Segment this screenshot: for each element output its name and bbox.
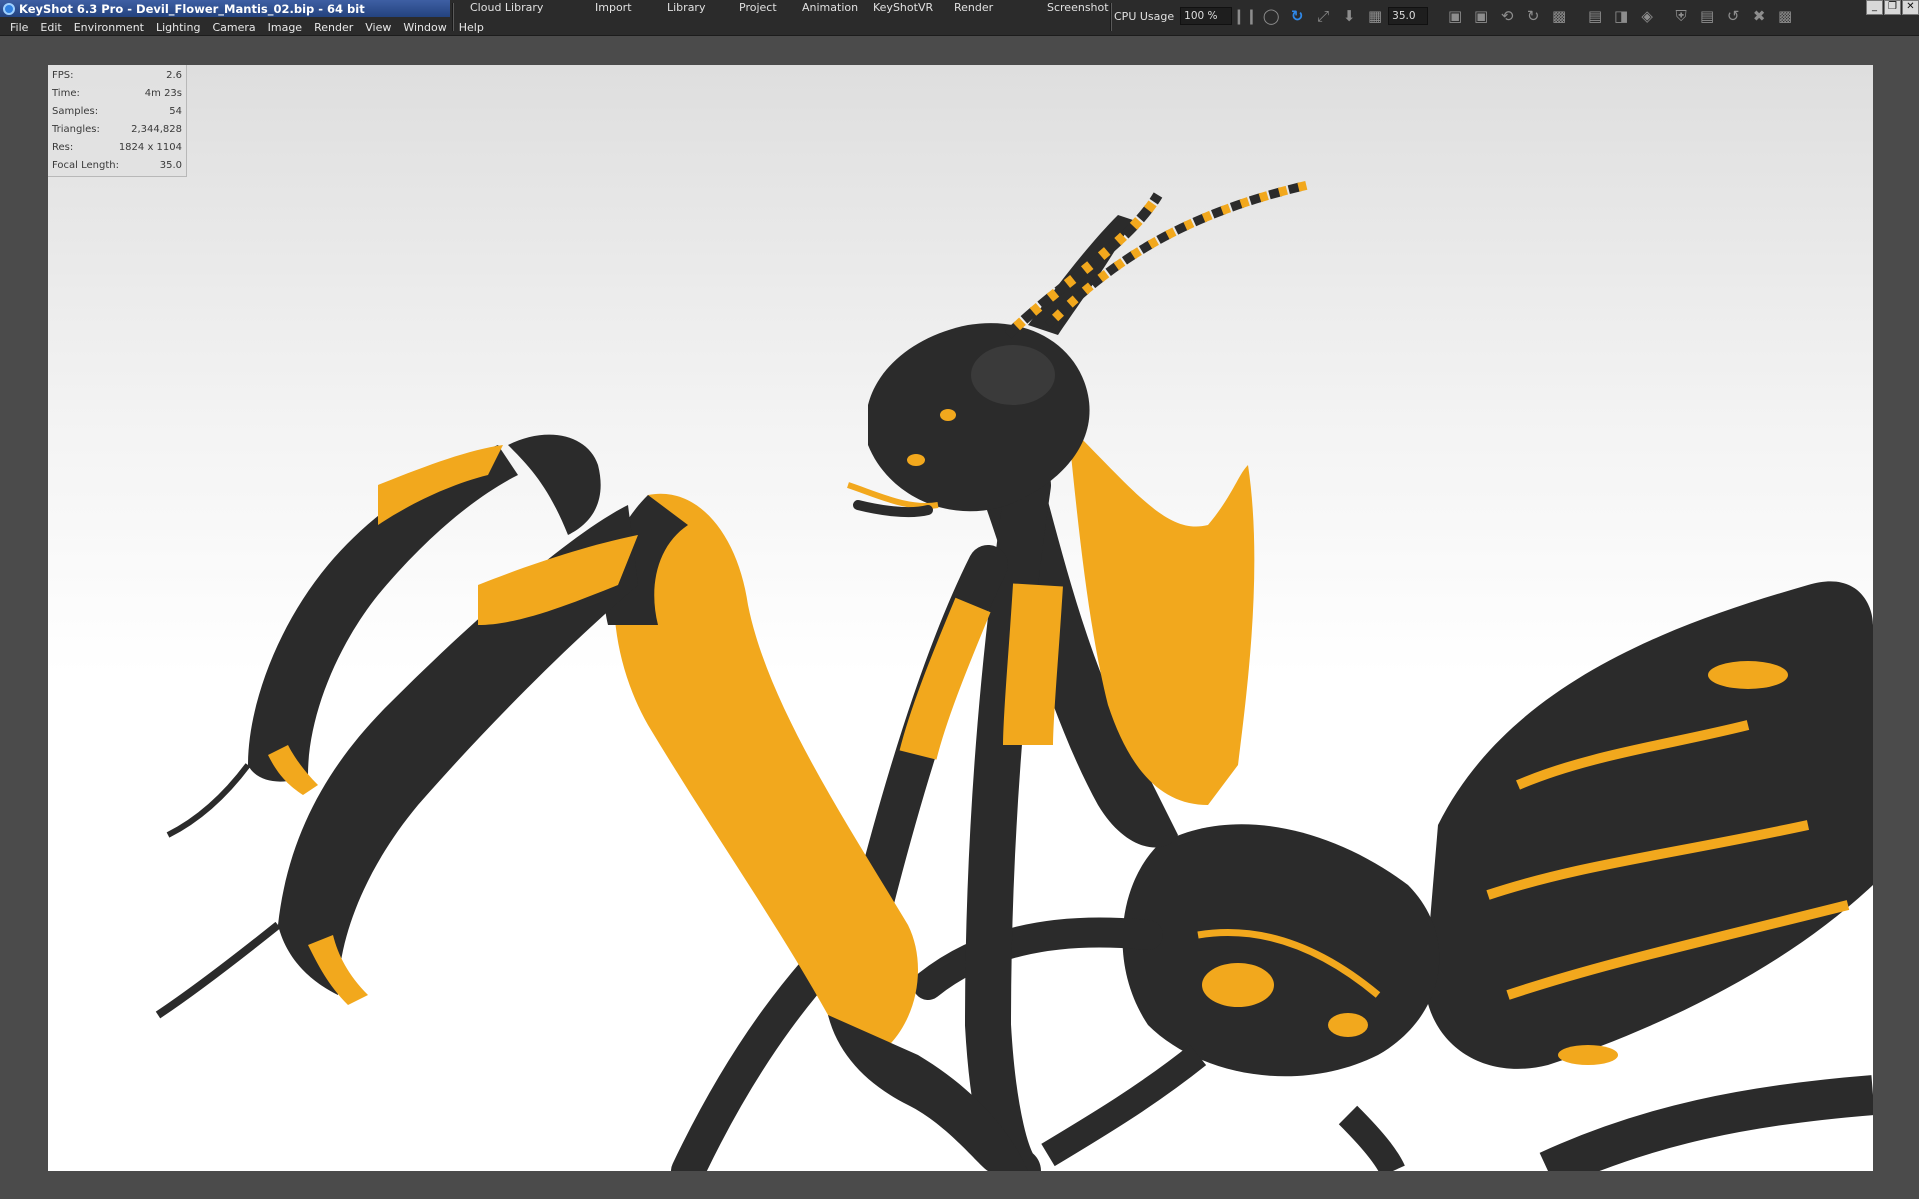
menu-edit[interactable]: Edit (34, 21, 67, 34)
region-icon[interactable]: ▦ (1364, 5, 1386, 27)
download-icon[interactable]: ⬇ (1338, 5, 1360, 27)
lock-camera-icon[interactable]: ▩ (1548, 5, 1570, 27)
title-bar: KeyShot 6.3 Pro - Devil_Flower_Mantis_02… (0, 0, 450, 17)
menu-bar: File Edit Environment Lighting Camera Im… (0, 18, 484, 36)
menu-render[interactable]: Render (308, 21, 359, 34)
menu-image[interactable]: Image (262, 21, 308, 34)
tab-animation[interactable]: Animation (802, 1, 858, 14)
minimize-button[interactable]: _ (1866, 0, 1883, 15)
toolbar-separator (452, 3, 454, 31)
focal-length-input[interactable]: 35.0 (1388, 7, 1429, 25)
window-controls: _ ❐ ✕ (1865, 0, 1919, 17)
stat-fps: FPS: 2.6 (52, 70, 182, 81)
pause-icon[interactable]: ❙❙ (1233, 5, 1258, 27)
menu-camera[interactable]: Camera (206, 21, 261, 34)
render-stats-overlay: FPS: 2.6 Time: 4m 23s Samples: 54 Triangles… (48, 65, 187, 177)
material-icon[interactable]: ◈ (1636, 5, 1658, 27)
menu-file[interactable]: File (4, 21, 34, 34)
real-time-viewport[interactable]: FPS: 2.6 Time: 4m 23s Samples: 54 Triangles… (48, 65, 1873, 1171)
screenshot-icon[interactable]: ▣ (1470, 5, 1492, 27)
mantis-render (155, 180, 1873, 1171)
close-button[interactable]: ✕ (1902, 0, 1919, 15)
restore-button[interactable]: ❐ (1884, 0, 1901, 15)
top-bar: KeyShot 6.3 Pro - Devil_Flower_Mantis_02… (0, 0, 1919, 36)
cpu-usage-label: CPU Usage (1114, 9, 1175, 23)
reset-icon[interactable]: ↻ (1522, 5, 1544, 27)
tab-screenshot[interactable]: Screenshot (1047, 1, 1109, 14)
stat-samples: Samples: 54 (52, 106, 182, 117)
camera-icon[interactable]: ▣ (1444, 5, 1466, 27)
stat-triangles: Triangles: 2,344,828 (52, 124, 182, 135)
stat-resolution: Res: 1824 x 1104 (52, 142, 182, 153)
cpu-usage-select[interactable]: 100 % (1180, 7, 1233, 25)
layers-icon[interactable]: ▤ (1584, 5, 1606, 27)
rotate-icon[interactable]: ↺ (1722, 5, 1744, 27)
keyshot-logo-icon (3, 2, 15, 15)
panel-icon[interactable]: ▤ (1696, 5, 1718, 27)
stat-focal-length: Focal Length: 35.0 (52, 160, 182, 171)
refresh-icon[interactable]: ↻ (1286, 5, 1308, 27)
render-toolbar: CPU Usage 100 % ❙❙ ◯ ↻ ⤢ ⬇ ▦ 35.0 ▣ ▣ ⟲ … (1114, 0, 1854, 32)
shield-icon[interactable]: ⛨ (1670, 5, 1692, 27)
menu-view[interactable]: View (359, 21, 397, 34)
expand-icon[interactable]: ✖ (1748, 5, 1770, 27)
presentation-icon[interactable]: ▩ (1774, 5, 1796, 27)
menu-window[interactable]: Window (397, 21, 452, 34)
mantis-model (155, 180, 1873, 1171)
toolbar-separator (1110, 3, 1112, 31)
menu-environment[interactable]: Environment (68, 21, 150, 34)
tab-render[interactable]: Render (954, 1, 993, 14)
pause-rendering-icon[interactable]: ◯ (1260, 5, 1282, 27)
tab-project[interactable]: Project (739, 1, 777, 14)
fit-view-icon[interactable]: ⤢ (1312, 5, 1334, 27)
tab-library[interactable]: Library (667, 1, 705, 14)
menu-help[interactable]: Help (453, 21, 490, 34)
stat-time: Time: 4m 23s (52, 88, 182, 99)
menu-lighting[interactable]: Lighting (150, 21, 206, 34)
keyshot-window: KeyShot 6.3 Pro - Devil_Flower_Mantis_02… (0, 0, 1919, 1199)
geometry-icon[interactable]: ◨ (1610, 5, 1632, 27)
window-title: KeyShot 6.3 Pro - Devil_Flower_Mantis_02… (19, 1, 365, 16)
camera-rotate-icon[interactable]: ⟲ (1496, 5, 1518, 27)
tab-cloud-library[interactable]: Cloud Library (470, 1, 543, 14)
tab-import[interactable]: Import (595, 1, 632, 14)
tab-keyshotvr[interactable]: KeyShotVR (873, 1, 933, 14)
